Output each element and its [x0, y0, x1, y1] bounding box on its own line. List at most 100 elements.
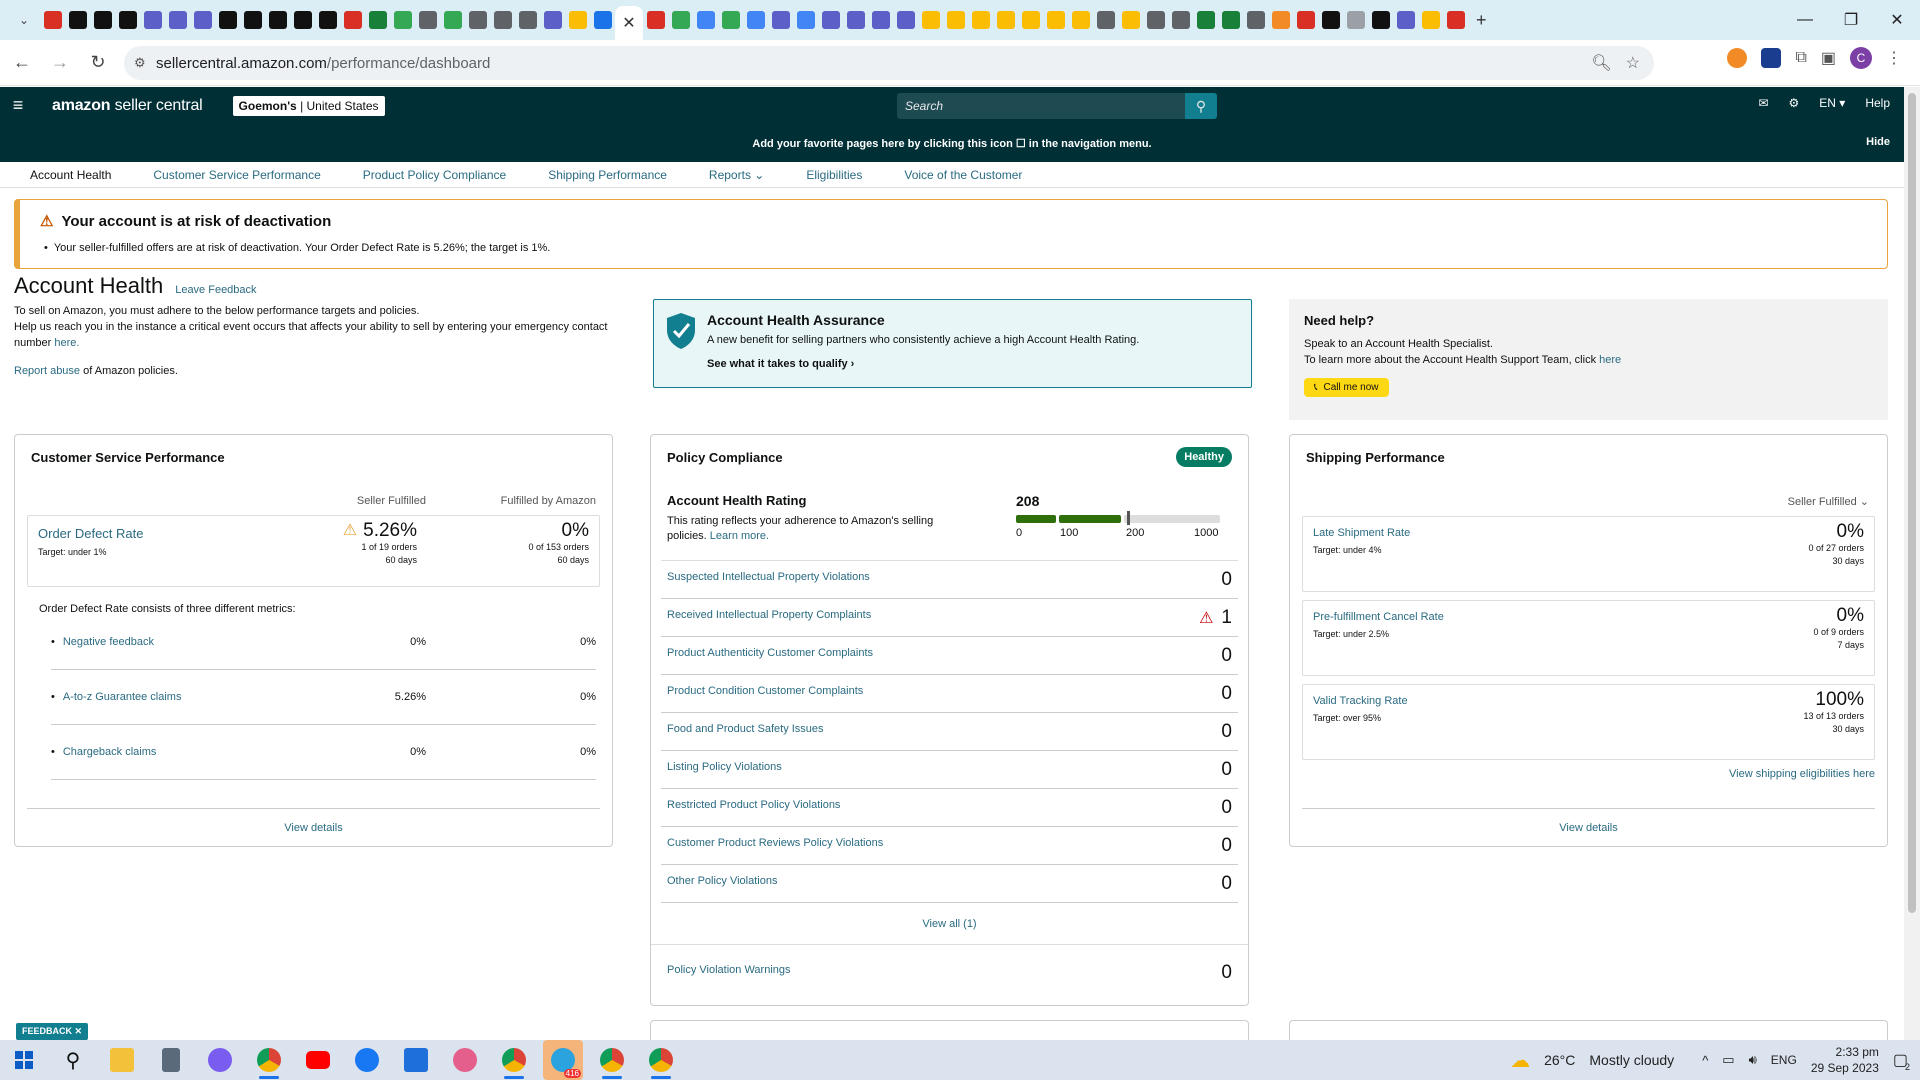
minimize-icon[interactable]: — — [1782, 0, 1828, 40]
tab-favicon-icon[interactable] — [772, 11, 790, 29]
subnav-account-health[interactable]: Account Health — [30, 168, 111, 182]
clock[interactable]: 2:33 pm 29 Sep 2023 — [1811, 1044, 1879, 1076]
policy-link[interactable]: Received Intellectual Property Complaint… — [667, 609, 1199, 621]
shipping-metric-link[interactable]: Valid Tracking Rate — [1313, 695, 1864, 707]
weather-icon[interactable]: ☁ — [1510, 1048, 1530, 1073]
search-icon[interactable]: ⚲ — [53, 1040, 93, 1080]
seller-search-input[interactable]: Search ⚲ — [897, 93, 1217, 119]
tab-favicon-icon[interactable] — [244, 11, 262, 29]
tab-favicon-icon[interactable] — [872, 11, 890, 29]
tab-favicon-icon[interactable] — [1072, 11, 1090, 29]
windows-start-icon[interactable] — [4, 1040, 44, 1080]
help-link[interactable]: Help — [1865, 96, 1890, 110]
tab-favicon-icon[interactable] — [94, 11, 112, 29]
zoom-icon[interactable]: 🔍︎ — [1591, 53, 1611, 73]
subnav-product-policy[interactable]: Product Policy Compliance — [363, 168, 506, 182]
volume-icon[interactable]: 🔊︎ — [1749, 1052, 1757, 1068]
tab-favicon-icon[interactable] — [947, 11, 965, 29]
tab-search-icon[interactable]: ⌄ — [8, 4, 40, 36]
store-icon[interactable] — [396, 1040, 436, 1080]
fulfillment-selector[interactable]: Seller Fulfilled ⌄ — [1290, 479, 1887, 508]
mail-icon[interactable]: ✉ — [1758, 96, 1768, 110]
extension-icon[interactable] — [1761, 48, 1782, 68]
qualify-link[interactable]: See what it takes to qualify › — [707, 358, 1235, 370]
extension-icon[interactable] — [1727, 48, 1748, 68]
tab-favicon-icon[interactable] — [1197, 11, 1215, 29]
ahr-learn-more-link[interactable]: Learn more. — [710, 530, 769, 542]
shipping-metric-link[interactable]: Late Shipment Rate — [1313, 527, 1864, 539]
chrome-icon[interactable] — [249, 1040, 289, 1080]
tab-favicon-icon[interactable] — [44, 11, 62, 29]
tab-favicon-icon[interactable] — [519, 11, 537, 29]
subnav-eligibilities[interactable]: Eligibilities — [806, 168, 862, 182]
profile-avatar[interactable]: C — [1850, 47, 1872, 69]
atoz-claims-link[interactable]: A-to-z Guarantee claims — [51, 691, 256, 703]
tab-favicon-icon[interactable] — [1297, 11, 1315, 29]
site-info-icon[interactable]: ⚙ — [134, 55, 146, 71]
tab-close-icon[interactable]: ✕ — [622, 13, 635, 33]
tab-favicon-icon[interactable] — [997, 11, 1015, 29]
tab-favicon-icon[interactable] — [319, 11, 337, 29]
tab-favicon-icon[interactable] — [369, 11, 387, 29]
policy-link[interactable]: Listing Policy Violations — [667, 761, 1221, 773]
tab-favicon-icon[interactable] — [1097, 11, 1115, 29]
tab-favicon-icon[interactable] — [1172, 11, 1190, 29]
facebook-icon[interactable] — [347, 1040, 387, 1080]
favorites-hide-button[interactable]: Hide — [1866, 136, 1890, 148]
subnav-reports[interactable]: Reports ⌄ — [709, 168, 764, 182]
odr-link[interactable]: Order Defect Rate — [38, 526, 589, 541]
language-selector[interactable]: EN ▾ — [1819, 96, 1845, 110]
tab-favicon-icon[interactable] — [194, 11, 212, 29]
tab-favicon-icon[interactable] — [169, 11, 187, 29]
tab-favicon-icon[interactable] — [1422, 11, 1440, 29]
search-icon[interactable]: ⚲ — [1185, 93, 1217, 119]
seller-central-logo[interactable]: amazon seller central — [52, 97, 203, 115]
address-bar[interactable]: ⚙ sellercentral.amazon.com/performance/d… — [124, 46, 1654, 80]
tab-favicon-icon[interactable] — [1272, 11, 1290, 29]
tab-favicon-icon[interactable] — [1247, 11, 1265, 29]
bookmark-star-icon[interactable]: ☆ — [1626, 53, 1640, 73]
tab-favicon-icon[interactable] — [469, 11, 487, 29]
tab-favicon-icon[interactable] — [344, 11, 362, 29]
tab-favicon-icon[interactable] — [647, 11, 665, 29]
tab-favicon-icon[interactable] — [1147, 11, 1165, 29]
policy-link[interactable]: Product Condition Customer Complaints — [667, 685, 1221, 697]
chrome-profile-icon[interactable] — [592, 1040, 632, 1080]
close-window-icon[interactable]: ✕ — [1874, 0, 1920, 40]
tab-favicon-icon[interactable] — [219, 11, 237, 29]
extensions-puzzle-icon[interactable]: ⧉ — [1795, 49, 1806, 67]
tab-favicon-icon[interactable] — [444, 11, 462, 29]
tab-favicon-icon[interactable] — [847, 11, 865, 29]
tab-favicon-icon[interactable] — [1372, 11, 1390, 29]
chrome-profile-icon[interactable] — [494, 1040, 534, 1080]
store-selector[interactable]: Goemon's | United States — [232, 95, 385, 116]
subnav-voice-of-customer[interactable]: Voice of the Customer — [904, 168, 1022, 182]
call-me-now-button[interactable]: 📞︎ Call me now — [1304, 378, 1389, 397]
shipping-view-details-link[interactable]: View details — [1302, 808, 1875, 846]
policy-link[interactable]: Restricted Product Policy Violations — [667, 799, 1221, 811]
network-icon[interactable]: ▭ — [1722, 1052, 1734, 1068]
tab-favicon-icon[interactable] — [797, 11, 815, 29]
tab-favicon-icon[interactable] — [419, 11, 437, 29]
tab-favicon-icon[interactable] — [672, 11, 690, 29]
tab-favicon-icon[interactable] — [897, 11, 915, 29]
tab-favicon-icon[interactable] — [722, 11, 740, 29]
tab-favicon-icon[interactable] — [269, 11, 287, 29]
tray-chevron-icon[interactable]: ^ — [1702, 1053, 1708, 1068]
policy-warnings-link[interactable]: Policy Violation Warnings — [667, 964, 1221, 976]
tab-favicon-icon[interactable] — [747, 11, 765, 29]
tab-favicon-icon[interactable] — [494, 11, 512, 29]
active-tab[interactable]: ✕ — [615, 6, 643, 40]
tab-favicon-icon[interactable] — [1022, 11, 1040, 29]
chrome-profile-icon[interactable] — [641, 1040, 681, 1080]
page-scrollbar[interactable] — [1904, 87, 1920, 1040]
policy-link[interactable]: Product Authenticity Customer Complaints — [667, 647, 1221, 659]
tab-favicon-icon[interactable] — [394, 11, 412, 29]
negative-feedback-link[interactable]: Negative feedback — [51, 636, 256, 648]
tab-favicon-icon[interactable] — [1222, 11, 1240, 29]
restore-icon[interactable]: ❐ — [1828, 0, 1874, 40]
tab-favicon-icon[interactable] — [144, 11, 162, 29]
tab-favicon-icon[interactable] — [1397, 11, 1415, 29]
tab-favicon-icon[interactable] — [1122, 11, 1140, 29]
new-tab-icon[interactable]: + — [1476, 10, 1487, 31]
